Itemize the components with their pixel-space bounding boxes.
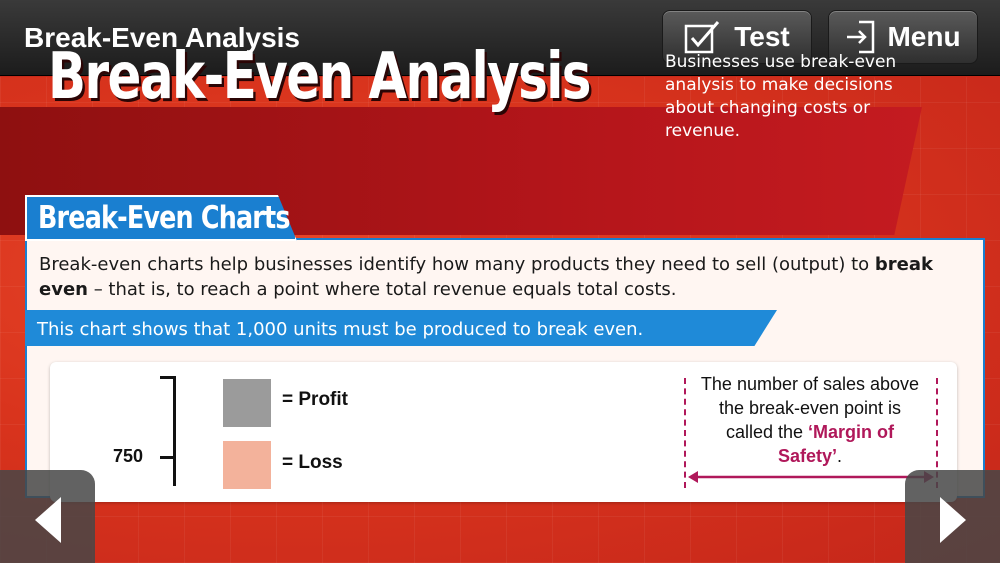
section-intro: Break-even charts help businesses identi… [39,252,939,302]
previous-page-button[interactable] [0,470,95,563]
poster-description: Businesses use break-even analysis to ma… [665,52,897,141]
section-heading: Break-Even Charts [38,200,290,236]
legend-label-loss: = Loss [282,452,343,473]
intro-text-1: Break-even charts help businesses identi… [39,254,875,275]
checkbox-icon [684,20,722,54]
mos-period: . [837,446,843,466]
legend-swatch-loss [223,441,271,489]
test-button-label: Test [734,21,790,52]
legend-label-profit: = Profit [282,389,348,410]
poster-title: Break-Even Analysis [48,40,592,114]
y-tick-label: 750 [113,446,144,466]
y-axis-tick [160,456,176,459]
chart-note: This chart shows that 1,000 units must b… [37,319,644,340]
chevron-right-icon [936,495,970,545]
next-page-button[interactable] [905,470,1000,563]
menu-button-label: Menu [887,21,961,52]
margin-of-safety-annotation: The number of sales above the break-even… [700,372,920,468]
legend-swatch-profit [223,379,271,427]
intro-text-2: – that is, to reach a point where total … [87,279,677,300]
margin-of-safety-left-line [684,378,686,488]
sign-in-icon [845,20,875,54]
margin-of-safety-arrow [688,470,934,489]
chevron-left-icon [31,495,65,545]
y-axis [160,376,176,486]
